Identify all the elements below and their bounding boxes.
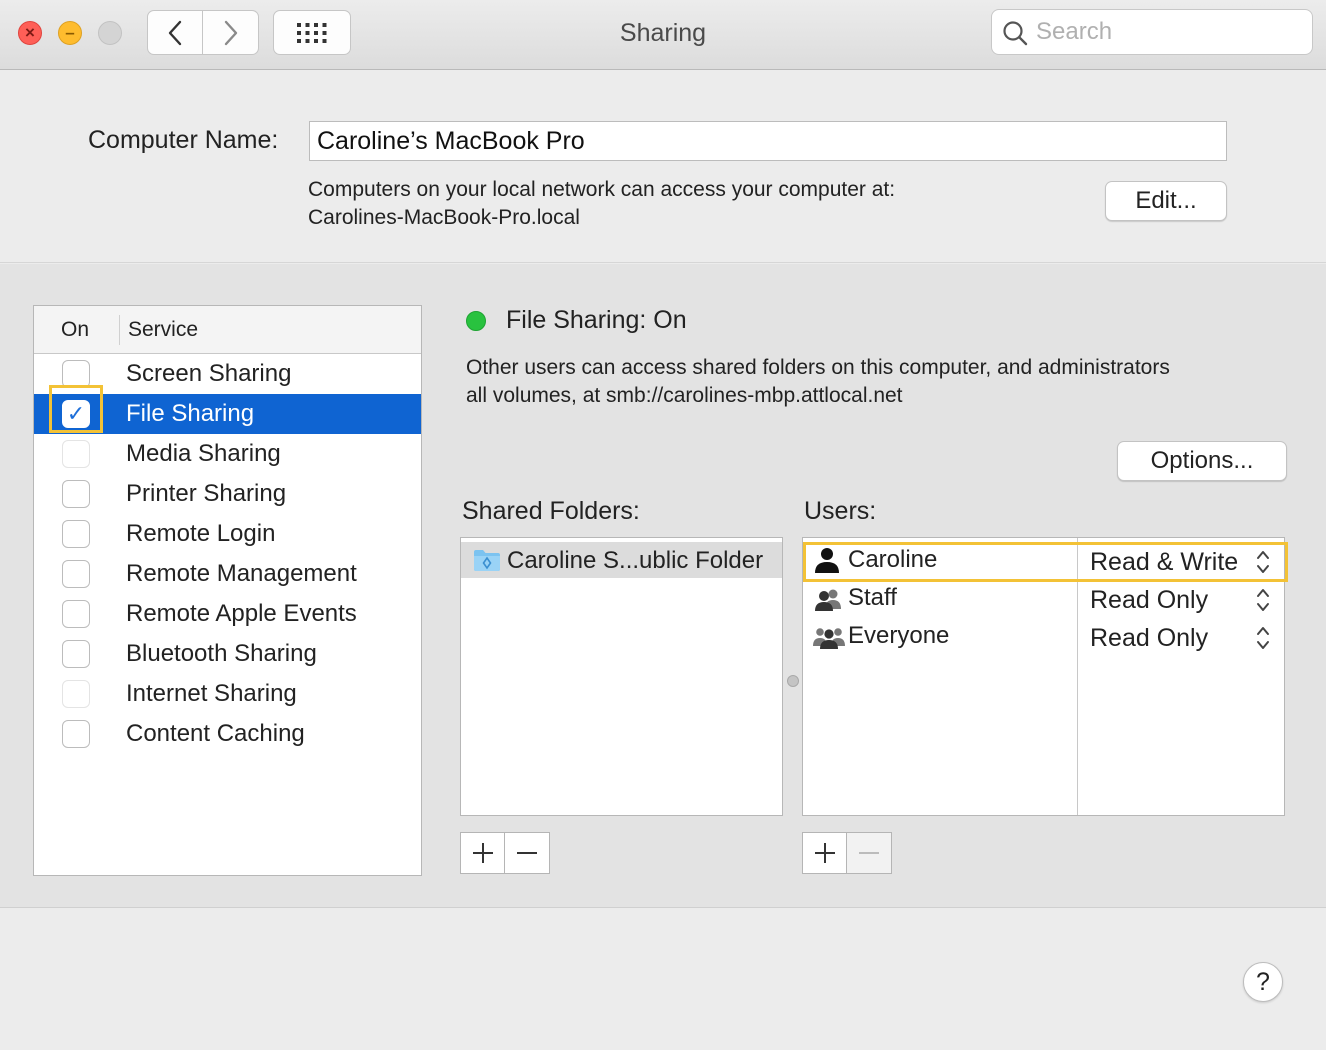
question-mark-icon: ? [1256, 967, 1270, 996]
user-add-remove [802, 832, 892, 874]
service-name: Printer Sharing [126, 480, 287, 507]
description-line: Other users can access shared folders on… [466, 356, 1170, 379]
sharing-main-section: On Service Screen Sharing ✓ File Sharing Me… [0, 264, 1326, 908]
services-header: On Service [34, 306, 421, 354]
users-list: Caroline Read & Write Staff Read Only Ev… [802, 537, 1288, 816]
permission-select[interactable]: Read Only [1090, 624, 1208, 653]
add-user-button[interactable] [802, 832, 847, 874]
search-field[interactable] [991, 9, 1313, 55]
network-info-line: Computers on your local network can acce… [308, 178, 896, 201]
computer-name-section: Computer Name: Computers on your local n… [0, 71, 1326, 263]
service-description: Other users can access shared folders on… [466, 354, 1306, 410]
service-row-remote-login[interactable]: Remote Login [34, 514, 421, 554]
shared-folder-name: Caroline S...ublic Folder [507, 547, 764, 574]
users-label: Users: [804, 497, 877, 525]
network-address-info: Computers on your local network can acce… [308, 176, 895, 232]
add-folder-button[interactable] [460, 832, 505, 874]
service-name: Content Caching [126, 720, 305, 747]
highlight-frame [49, 385, 103, 433]
split-view-handle[interactable] [787, 675, 799, 687]
service-status: File Sharing: On [506, 306, 687, 334]
service-name: File Sharing [126, 400, 255, 427]
user-name: Everyone [848, 622, 950, 649]
remove-user-button[interactable] [847, 832, 892, 874]
service-checkbox[interactable] [62, 720, 90, 748]
service-name: Internet Sharing [126, 680, 297, 707]
local-hostname: Carolines-MacBook-Pro.local [308, 206, 580, 229]
minus-icon [859, 852, 879, 854]
shared-folders-list: Caroline S...ublic Folder [460, 537, 783, 816]
user-row-staff[interactable]: Staff Read Only [803, 580, 1284, 618]
column-header-on[interactable]: On [61, 318, 89, 342]
description-line: all volumes, at smb://carolines-mbp.attl… [466, 384, 903, 407]
column-divider [119, 315, 120, 345]
service-checkbox[interactable] [62, 360, 90, 388]
services-list: On Service Screen Sharing ✓ File Sharing Me… [33, 305, 422, 876]
options-button[interactable]: Options... [1117, 441, 1287, 481]
user-name: Staff [848, 584, 897, 611]
service-name: Remote Management [126, 560, 357, 587]
service-name: Remote Apple Events [126, 600, 357, 627]
help-button[interactable]: ? [1243, 962, 1283, 1002]
service-name: Media Sharing [126, 440, 281, 467]
service-row-bluetooth-sharing[interactable]: Bluetooth Sharing [34, 634, 421, 674]
everyone-icon [813, 628, 845, 649]
service-row-file-sharing[interactable]: ✓ File Sharing [34, 385, 421, 434]
group-icon [815, 589, 841, 611]
computer-name-label: Computer Name: [88, 126, 279, 154]
search-input[interactable] [1036, 17, 1296, 47]
service-checkbox[interactable] [62, 520, 90, 548]
service-row-content-caching[interactable]: Content Caching [34, 714, 421, 754]
highlight-frame [803, 542, 1288, 582]
column-header-service[interactable]: Service [128, 318, 198, 342]
public-folder-icon [474, 550, 500, 571]
folder-add-remove [460, 832, 550, 874]
permission-select[interactable]: Read Only [1090, 586, 1208, 615]
shared-folders-label: Shared Folders: [462, 497, 640, 525]
service-row-remote-apple-events[interactable]: Remote Apple Events [34, 594, 421, 634]
service-checkbox[interactable] [62, 680, 90, 708]
minus-icon [517, 852, 537, 854]
status-indicator [466, 311, 486, 331]
service-checkbox[interactable] [62, 440, 90, 468]
chevron-updown-icon[interactable] [1255, 586, 1271, 614]
service-name: Remote Login [126, 520, 276, 547]
chevron-updown-icon[interactable] [1255, 624, 1271, 652]
plus-icon [472, 843, 493, 863]
service-row-internet-sharing[interactable]: Internet Sharing [34, 674, 421, 714]
service-name: Bluetooth Sharing [126, 640, 317, 667]
service-row-media-sharing[interactable]: Media Sharing [34, 434, 421, 474]
service-checkbox[interactable] [62, 640, 90, 668]
plus-icon [814, 843, 835, 863]
edit-hostname-button[interactable]: Edit... [1105, 181, 1227, 221]
service-row-remote-management[interactable]: Remote Management [34, 554, 421, 594]
computer-name-field[interactable] [309, 121, 1227, 161]
remove-folder-button[interactable] [505, 832, 550, 874]
service-row-printer-sharing[interactable]: Printer Sharing [34, 474, 421, 514]
service-checkbox[interactable] [62, 560, 90, 588]
shared-folder-row[interactable]: Caroline S...ublic Folder [461, 542, 782, 578]
service-checkbox[interactable] [62, 480, 90, 508]
title-bar: × – Sharing [0, 0, 1326, 70]
services-rows: Screen Sharing ✓ File Sharing Media Sharing… [34, 354, 421, 754]
service-name: Screen Sharing [126, 360, 292, 387]
search-icon [1003, 21, 1028, 46]
user-row-everyone[interactable]: Everyone Read Only [803, 618, 1284, 656]
service-checkbox[interactable] [62, 600, 90, 628]
